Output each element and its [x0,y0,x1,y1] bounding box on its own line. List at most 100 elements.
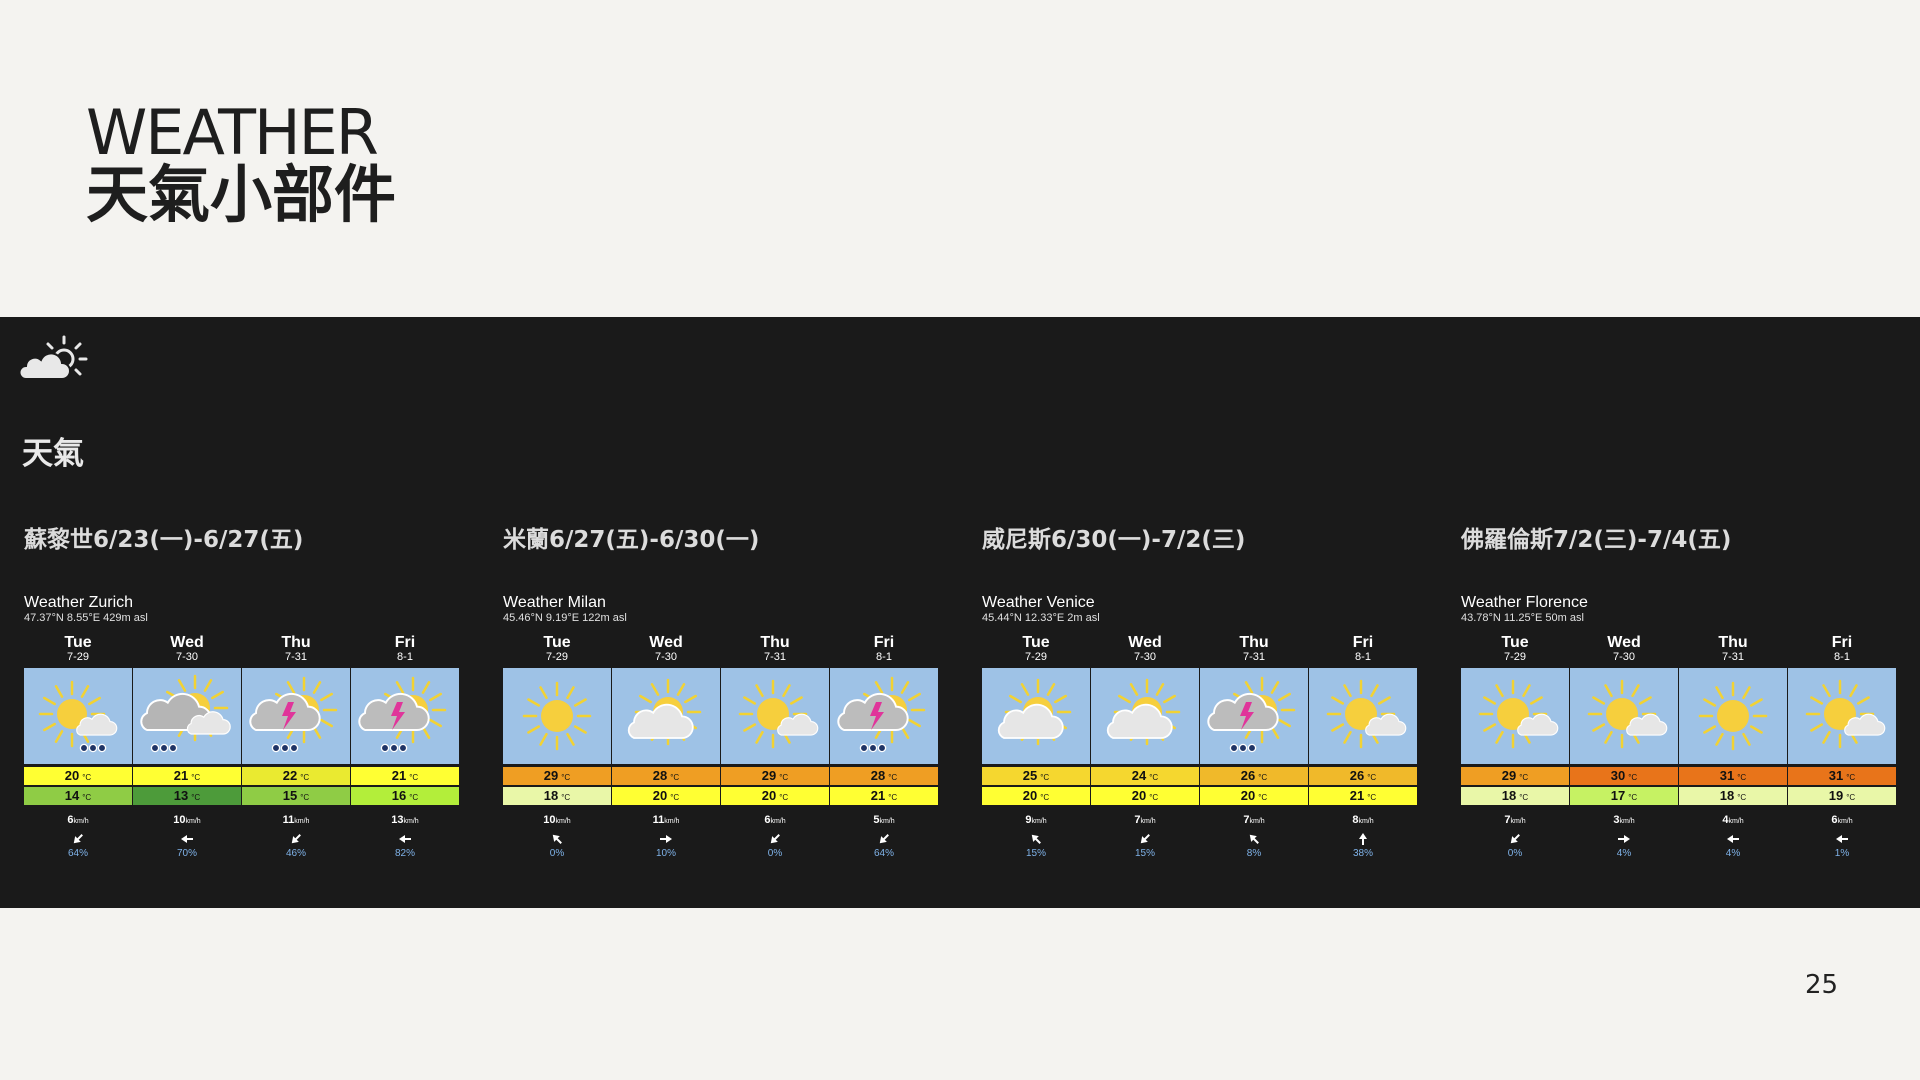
precipitation-probability: 8% [1200,848,1308,860]
rain-unit: % [297,848,307,859]
sun-cloud-rain-icon [24,668,132,764]
wind-unit: km/h [1031,818,1047,825]
low-temperature: 20 °C [612,787,720,805]
low-temperature: 20 °C [1091,787,1199,805]
day-name: Wed [1607,634,1641,651]
precipitation-probability: 1% [1788,848,1896,860]
wind-unit: km/h [294,818,310,825]
rain-unit: % [1731,848,1741,859]
precipitation-probability: 10% [612,848,720,860]
forecast-day: Thu 7-31 31 °C 18 °C 4km/h 4% [1679,635,1787,860]
high-temperature: 26 °C [1309,767,1417,785]
precipitation-probability: 4% [1679,848,1787,860]
high-temperature: 29 °C [721,767,829,785]
precipitation-probability: 4% [1570,848,1678,860]
low-temperature: 15 °C [242,787,350,805]
temp-unit: °C [82,773,92,782]
high-temp-value: 20 [64,768,80,783]
widget-location-name[interactable]: Weather Florence [1461,594,1901,612]
wind-direction-arrow-icon [242,832,350,846]
wind-direction-arrow-icon [133,832,241,846]
wind-speed-value: 13 [391,814,404,826]
day-date: 7-29 [545,651,569,663]
high-temp-value: 30 [1610,768,1626,783]
high-temperature: 31 °C [1679,767,1787,785]
precipitation-probability: 0% [721,848,829,860]
thunderstorm-sun-icon [830,668,938,764]
wind-direction-arrow-icon [24,832,132,846]
day-date: 7-29 [1503,651,1527,663]
forecast-day: Wed 7-30 24 °C 20 °C 7km/h 15% [1091,635,1199,860]
forecast-day: Fri 8-1 31 °C 19 °C 6km/h 1% [1788,635,1896,860]
precipitation-probability: 0% [1461,848,1569,860]
low-temp-value: 18 [543,788,559,803]
forecast-days: Tue 7-29 20 °C 14 °C 6km/h 64% Wed 7-30 21… [24,635,464,860]
temp-unit: °C [191,793,201,802]
low-temp-value: 20 [652,788,668,803]
high-temp-value: 31 [1719,768,1735,783]
wind-speed: 4km/h [1679,814,1787,828]
rain-unit: % [1622,848,1632,859]
day-name: Tue [64,634,92,651]
location-coordinates: 45.46°N 9.19°E 122m asl [503,612,627,624]
temp-unit: °C [561,773,571,782]
rain-unit: % [1252,848,1262,859]
rain-unit: % [667,848,677,859]
temp-unit: °C [1737,793,1747,802]
day-date: 7-30 [175,651,199,663]
forecast-day: Thu 7-31 29 °C 20 °C 6km/h 0% [721,635,829,860]
day-name: Wed [170,634,204,651]
temp-unit: °C [561,793,571,802]
wind-direction-arrow-icon [1309,832,1417,846]
day-date: 7-31 [1721,651,1745,663]
temp-unit: °C [1519,793,1529,802]
overcast-rain-icon [133,668,241,764]
location-coordinates: 47.37°N 8.55°E 429m asl [24,612,148,624]
rain-unit: % [188,848,198,859]
forecast-days: Tue 7-29 29 °C 18 °C 7km/h 0% Wed 7-30 30 °… [1461,635,1901,860]
sun-small-cloud-icon [1309,668,1417,764]
temp-unit: °C [1367,773,1377,782]
sun-icon [1679,668,1787,764]
temp-unit: °C [191,773,201,782]
wind-speed: 6km/h [24,814,132,828]
rain-unit: % [1146,848,1156,859]
precipitation-probability: 15% [1091,848,1199,860]
precipitation-probability: 64% [830,848,938,860]
wind-speed: 8km/h [1309,814,1417,828]
forecast-day: Wed 7-30 30 °C 17 °C 3km/h 4% [1570,635,1678,860]
high-temp-value: 25 [1022,768,1038,783]
precipitation-probability: 46% [242,848,350,860]
forecast-day: Thu 7-31 26 °C 20 °C 7km/h 8% [1200,635,1308,860]
wind-unit: km/h [555,818,571,825]
wind-direction-arrow-icon [1200,832,1308,846]
temp-unit: °C [670,773,680,782]
widget-location-name[interactable]: Weather Zurich [24,594,464,612]
wind-unit: km/h [1619,818,1635,825]
widget-location-name[interactable]: Weather Milan [503,594,943,612]
widget-location-name[interactable]: Weather Venice [982,594,1422,612]
temp-unit: °C [409,773,419,782]
low-temp-value: 13 [173,788,189,803]
wind-direction-arrow-icon [1461,832,1569,846]
sun-cloud-icon [982,668,1090,764]
temp-unit: °C [1846,773,1856,782]
day-date: 7-29 [1024,651,1048,663]
wind-direction-arrow-icon [351,832,459,846]
low-temperature: 20 °C [1200,787,1308,805]
temp-unit: °C [1258,793,1268,802]
high-temp-value: 29 [761,768,777,783]
low-temp-value: 18 [1501,788,1517,803]
wind-speed: 5km/h [830,814,938,828]
high-temperature: 30 °C [1570,767,1678,785]
rain-value: 70 [176,848,189,859]
location-coordinates: 43.78°N 11.25°E 50m asl [1461,612,1584,624]
low-temperature: 13 °C [133,787,241,805]
precipitation-probability: 82% [351,848,459,860]
high-temp-value: 24 [1131,768,1147,783]
low-temp-value: 21 [870,788,886,803]
low-temperature: 19 °C [1788,787,1896,805]
low-temp-value: 20 [1131,788,1147,803]
wind-speed: 6km/h [721,814,829,828]
forecast-days: Tue 7-29 29 °C 18 °C 10km/h 0% Wed 7-30 28… [503,635,943,860]
